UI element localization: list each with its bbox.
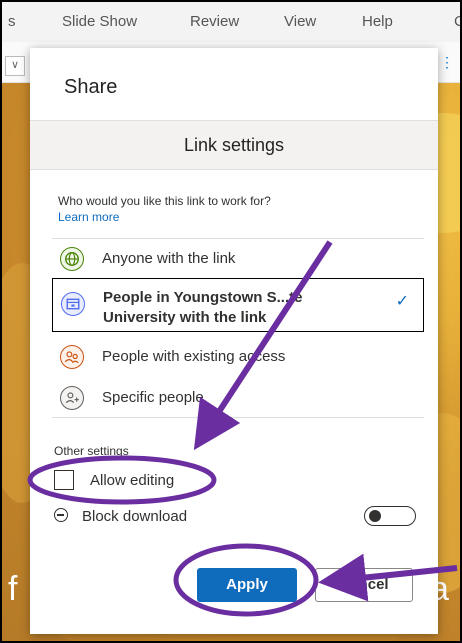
screenshot-frame: s Slide Show Review View Help C ∨ ⋮ f a … [0, 0, 462, 643]
people-icon [60, 345, 84, 369]
apply-button[interactable]: Apply [197, 568, 297, 602]
option-specific-people[interactable]: Specific people [52, 378, 424, 418]
slide-text-fragment-left: f [8, 570, 18, 608]
building-icon [61, 292, 85, 316]
globe-icon [60, 247, 84, 271]
option-existing-access[interactable]: People with existing access [52, 336, 424, 378]
block-icon [54, 508, 68, 522]
option-organization[interactable]: People in Youngstown S...te University w… [52, 278, 424, 332]
allow-editing-checkbox[interactable] [54, 470, 74, 490]
toggle-knob [369, 510, 381, 522]
allow-editing-label: Allow editing [90, 472, 175, 489]
option-specific-people-label: Specific people [102, 389, 204, 406]
menu-item-help[interactable]: Help [362, 13, 393, 30]
checkmark-icon: ✓ [395, 293, 409, 310]
dialog-title: Share [64, 76, 118, 98]
option-existing-access-label: People with existing access [102, 348, 286, 365]
chevron-down-icon[interactable]: ∨ [5, 56, 25, 76]
option-anyone-label: Anyone with the link [102, 250, 236, 267]
menu-item-slide-show[interactable]: Slide Show [62, 13, 137, 30]
learn-more-link[interactable]: Learn more [58, 210, 119, 224]
block-download-row: Block download [52, 504, 422, 530]
ribbon-menu-bar: s Slide Show Review View Help C [2, 2, 460, 43]
other-settings-heading: Other settings [54, 444, 129, 458]
menu-item-partial-right[interactable]: C [454, 13, 460, 30]
person-add-icon [60, 386, 84, 410]
cancel-button[interactable]: Cancel [315, 568, 413, 602]
allow-editing-row[interactable]: Allow editing [52, 468, 222, 494]
more-options-icon[interactable]: ⋮ [440, 54, 454, 71]
audience-question: Who would you like this link to work for… [58, 194, 271, 208]
option-anyone[interactable]: Anyone with the link [52, 238, 424, 278]
link-settings-title: Link settings [183, 135, 285, 155]
block-download-toggle[interactable] [364, 506, 416, 526]
menu-item-review[interactable]: Review [190, 13, 239, 30]
share-dialog: Share Link settings Who would you like t… [30, 48, 438, 634]
option-organization-label: People in Youngstown S...te University w… [103, 289, 303, 326]
block-download-label: Block download [82, 508, 188, 525]
link-settings-header: Link settings [30, 120, 438, 170]
menu-item-view[interactable]: View [284, 13, 316, 30]
menu-item-partial[interactable]: s [8, 13, 16, 30]
